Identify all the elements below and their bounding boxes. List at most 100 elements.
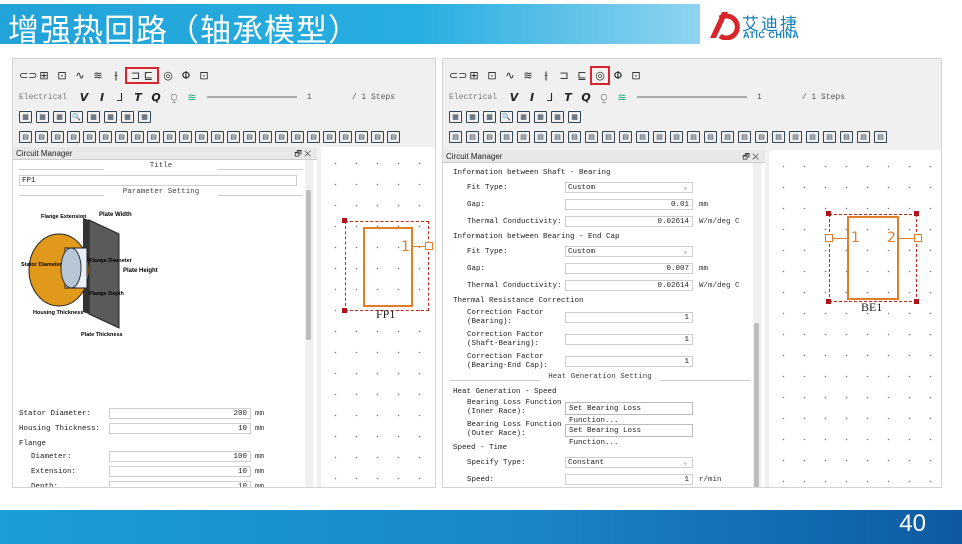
current-icon[interactable]: I [95, 91, 109, 104]
correction-factor-shaft-input[interactable]: 1 [565, 334, 693, 345]
part-icon[interactable]: ▤ [323, 131, 336, 143]
part-icon[interactable]: ▤ [147, 131, 160, 143]
grid-icon[interactable]: ⊞ [37, 69, 51, 82]
plot-icon[interactable]: ≊ [185, 91, 199, 104]
correction-factor-endcap-input[interactable]: 1 [565, 356, 693, 367]
selection-handle[interactable] [342, 218, 347, 223]
part-icon[interactable]: ▤ [227, 131, 240, 143]
box-icon[interactable]: ⊡ [55, 69, 69, 82]
box-icon[interactable]: ⊡ [485, 69, 499, 82]
gap-input[interactable]: 0.01 [565, 199, 693, 210]
wave-icon[interactable]: ∿ [73, 69, 87, 82]
part-icon[interactable]: ▤ [789, 131, 802, 143]
part-icon[interactable]: ▤ [755, 131, 768, 143]
field-input[interactable]: 10 [109, 466, 251, 477]
panel-controls[interactable]: 🗗 ✕ [742, 150, 759, 163]
tool-e-icon[interactable]: ▦ [534, 111, 547, 123]
part-icon[interactable]: ▤ [83, 131, 96, 143]
tool-a-icon[interactable]: ▦ [449, 111, 462, 123]
set-bearing-loss-outer-button[interactable]: Set Bearing Loss Function... [565, 424, 693, 447]
tool-g-icon[interactable]: ▦ [138, 111, 151, 123]
temperature-icon[interactable]: T [131, 91, 145, 104]
pin-port-2[interactable] [914, 234, 922, 242]
square-icon[interactable]: ⊡ [197, 69, 211, 82]
part-icon[interactable]: ▤ [466, 131, 479, 143]
approx-icon[interactable]: ≋ [91, 69, 105, 82]
heat-icon[interactable]: Q [149, 91, 163, 104]
square-icon[interactable]: ⊡ [629, 69, 643, 82]
field-input[interactable]: 100 [109, 451, 251, 462]
plate-icon[interactable]: ⊑ [575, 69, 589, 82]
tool-f-icon[interactable]: ▦ [551, 111, 564, 123]
flange-icon[interactable]: ⊐ [557, 69, 571, 82]
phi-icon[interactable]: Φ [179, 69, 193, 82]
part-icon[interactable]: ▤ [99, 131, 112, 143]
part-icon[interactable]: ▤ [483, 131, 496, 143]
field-input[interactable]: 10 [109, 423, 251, 434]
part-icon[interactable]: ▤ [551, 131, 564, 143]
tool-c-icon[interactable]: ▦ [483, 111, 496, 123]
scroll-thumb[interactable] [754, 323, 759, 487]
part-icon[interactable]: ▤ [636, 131, 649, 143]
tool-g-icon[interactable]: ▦ [568, 111, 581, 123]
part-icon[interactable]: ▤ [67, 131, 80, 143]
part-icon[interactable]: ▤ [874, 131, 887, 143]
step-slider[interactable] [207, 96, 298, 98]
selection-handle[interactable] [826, 211, 831, 216]
zoom-icon[interactable]: 🔍 [500, 111, 513, 123]
speed-input[interactable]: 1 [565, 474, 693, 485]
part-icon[interactable]: ▤ [131, 131, 144, 143]
part-icon[interactable]: ▤ [115, 131, 128, 143]
part-icon[interactable]: ▤ [387, 131, 400, 143]
part-icon[interactable]: ▤ [653, 131, 666, 143]
part-icon[interactable]: ▤ [670, 131, 683, 143]
part-icon[interactable]: ▤ [738, 131, 751, 143]
selection-handle[interactable] [342, 308, 347, 313]
scroll-thumb[interactable] [306, 190, 311, 340]
tool-b-icon[interactable]: ▦ [466, 111, 479, 123]
part-icon[interactable]: ▤ [259, 131, 272, 143]
current-icon[interactable]: I [525, 91, 539, 104]
wave-icon[interactable]: ∿ [503, 69, 517, 82]
part-icon[interactable]: ▤ [619, 131, 632, 143]
part-icon[interactable]: ▤ [840, 131, 853, 143]
part-icon[interactable]: ▤ [339, 131, 352, 143]
field-input[interactable]: 200 [109, 408, 251, 419]
domain-select[interactable]: Electrical [449, 93, 497, 102]
plot-icon[interactable]: ≊ [615, 91, 629, 104]
part-icon[interactable]: ▤ [772, 131, 785, 143]
left-scrollbar[interactable] [305, 160, 313, 487]
part-icon[interactable]: ▤ [291, 131, 304, 143]
part-icon[interactable]: ▤ [163, 131, 176, 143]
ground-icon[interactable]: ⅃ [113, 91, 127, 104]
panel-controls[interactable]: 🗗 ✕ [294, 147, 311, 160]
right-schematic-canvas[interactable]: 1 2 BE1 [769, 150, 941, 487]
flange-plate-icon[interactable]: ⊐ ⊑ [125, 66, 159, 84]
step-value[interactable]: 1 [307, 93, 312, 102]
part-icon[interactable]: ▤ [517, 131, 530, 143]
bearing-component[interactable] [847, 216, 899, 300]
part-icon[interactable]: ▤ [51, 131, 64, 143]
rail-icon[interactable]: ⊂⊃ [449, 69, 467, 82]
fit-type-select[interactable]: Custom [565, 246, 693, 257]
part-icon[interactable]: ▤ [823, 131, 836, 143]
grid-icon[interactable]: ⊞ [467, 69, 481, 82]
tool-d-icon[interactable]: ▦ [87, 111, 100, 123]
pin-port[interactable] [425, 242, 433, 250]
comb-icon[interactable]: ⫲ [109, 69, 123, 82]
title-input[interactable]: FP1 [19, 175, 297, 186]
temperature-icon[interactable]: T [561, 91, 575, 104]
right-scrollbar[interactable] [753, 163, 761, 487]
bearing-icon[interactable]: ◎ [161, 69, 175, 82]
tool-f-icon[interactable]: ▦ [121, 111, 134, 123]
tool-a-icon[interactable]: ▦ [19, 111, 32, 123]
tool-e-icon[interactable]: ▦ [104, 111, 117, 123]
tool-d-icon[interactable]: ▦ [517, 111, 530, 123]
domain-select[interactable]: Electrical [19, 93, 67, 102]
part-icon[interactable]: ▤ [568, 131, 581, 143]
part-icon[interactable]: ▤ [721, 131, 734, 143]
part-icon[interactable]: ▤ [449, 131, 462, 143]
selection-handle[interactable] [914, 299, 919, 304]
part-icon[interactable]: ▤ [211, 131, 224, 143]
part-icon[interactable]: ▤ [500, 131, 513, 143]
